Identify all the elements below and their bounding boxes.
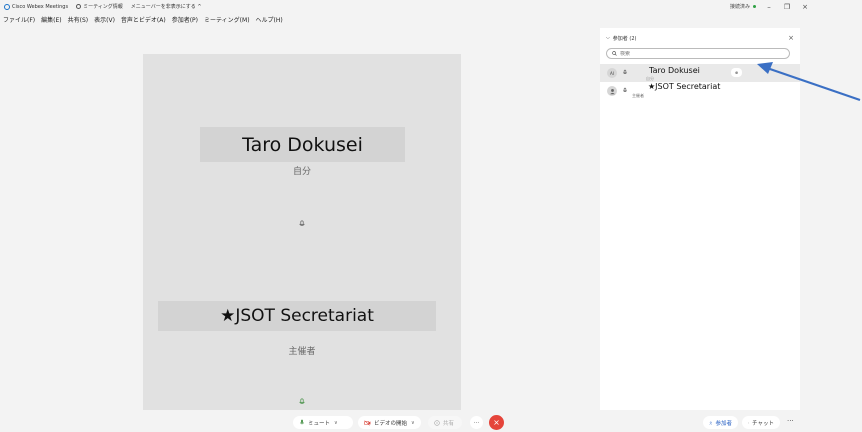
participants-panel-header[interactable]: ⌵ 参加者 (2) × [606, 33, 794, 43]
status-dot-icon [753, 5, 756, 8]
participant-role-label: 主催者 [288, 347, 316, 357]
menu-view[interactable]: 表示(V) [94, 15, 115, 24]
meeting-info-button[interactable]: ミーティング情報 [76, 3, 123, 10]
menu-share[interactable]: 共有(S) [68, 15, 89, 24]
close-panel-button[interactable]: × [788, 34, 794, 42]
close-window-button[interactable]: × [800, 3, 810, 11]
restore-button[interactable]: ❐ [782, 3, 792, 11]
participant-name: Taro Dokusei [649, 66, 700, 75]
participant-name-plate: Taro Dokusei [200, 127, 405, 162]
meeting-info-label: ミーティング情報 [83, 4, 123, 10]
mute-button[interactable]: ミュート ∨ [293, 416, 353, 429]
chat-toggle-button[interactable]: チャット [742, 416, 780, 429]
participants-toggle-label: 参加者 [715, 420, 732, 427]
meeting-controls: ミュート ∨ ビデオの開始 ∨ 共有 ··· × 参加者 チャット ··· [0, 414, 862, 432]
app-title: Cisco Webex Meetings [12, 3, 69, 10]
person-icon [709, 421, 713, 425]
menu-meeting[interactable]: ミーティング(M) [204, 15, 250, 24]
participant-role: 主催者 [632, 93, 644, 98]
info-icon [76, 4, 82, 9]
mic-icon [299, 398, 305, 404]
title-bar: Cisco Webex Meetings ミーティング情報 メニューバーを非表示… [0, 0, 820, 13]
participant-search[interactable] [606, 48, 790, 59]
panel-more-button[interactable]: ··· [787, 417, 794, 425]
video-stage: Taro Dokusei 自分 ★JSOT Secretariat 主催者 [143, 54, 461, 410]
webex-logo-icon [4, 3, 10, 10]
window-controls: 接続済み – ❐ × [730, 0, 810, 13]
chat-toggle-label: チャット [752, 420, 774, 427]
participant-name: ★JSOT Secretariat [648, 82, 721, 91]
participants-toggle-button[interactable]: 参加者 [703, 416, 738, 429]
start-video-label: ビデオの開始 [374, 420, 408, 427]
chevron-down-icon[interactable]: ∨ [334, 420, 338, 426]
search-icon [612, 51, 617, 56]
minimize-button[interactable]: – [764, 3, 774, 11]
share-icon [434, 419, 440, 426]
menu-participants[interactable]: 参加者(P) [172, 15, 198, 24]
mic-icon[interactable] [622, 87, 628, 94]
connection-status-label: 接続済み [729, 4, 750, 10]
mic-icon [299, 419, 305, 425]
mute-label: ミュート [308, 420, 331, 427]
hide-menu-button[interactable]: メニューバーを非表示にする ^ [131, 3, 202, 10]
chat-icon [748, 422, 749, 424]
annotation-arrow-icon [757, 62, 861, 102]
menu-help[interactable]: ヘルプ(H) [256, 15, 283, 24]
end-meeting-button[interactable]: × [489, 415, 504, 430]
connection-status[interactable]: 接続済み [730, 3, 756, 10]
video-tile-self[interactable]: Taro Dokusei 自分 [143, 54, 461, 232]
video-tile-host[interactable]: ★JSOT Secretariat 主催者 [143, 232, 461, 410]
search-input[interactable] [620, 50, 780, 57]
person-icon [609, 88, 615, 94]
start-video-button[interactable]: ビデオの開始 ∨ [358, 416, 421, 429]
participant-name-plate: ★JSOT Secretariat [158, 301, 436, 331]
mic-icon [299, 220, 305, 226]
menu-edit[interactable]: 編集(E) [41, 15, 61, 24]
mic-icon[interactable] [622, 69, 628, 76]
share-button[interactable]: 共有 [428, 416, 462, 429]
chevron-down-icon[interactable]: ∨ [411, 420, 415, 426]
participant-role-label: 自分 [292, 167, 311, 177]
avatar: AI [607, 68, 617, 78]
share-label: 共有 [443, 420, 455, 427]
menu-file[interactable]: ファイル(F) [3, 15, 35, 24]
menu-audio-video[interactable]: 音声とビデオ(A) [121, 15, 166, 24]
more-options-button[interactable]: ··· [470, 416, 483, 429]
participant-badge-icon: ⊕ [731, 68, 742, 77]
video-off-icon [364, 419, 371, 426]
menu-bar: ファイル(F) 編集(E) 共有(S) 表示(V) 音声とビデオ(A) 参加者(… [0, 13, 820, 25]
participants-panel-title: 参加者 (2) [612, 35, 637, 42]
avatar [607, 86, 617, 96]
chevron-down-icon[interactable]: ⌵ [606, 35, 610, 41]
